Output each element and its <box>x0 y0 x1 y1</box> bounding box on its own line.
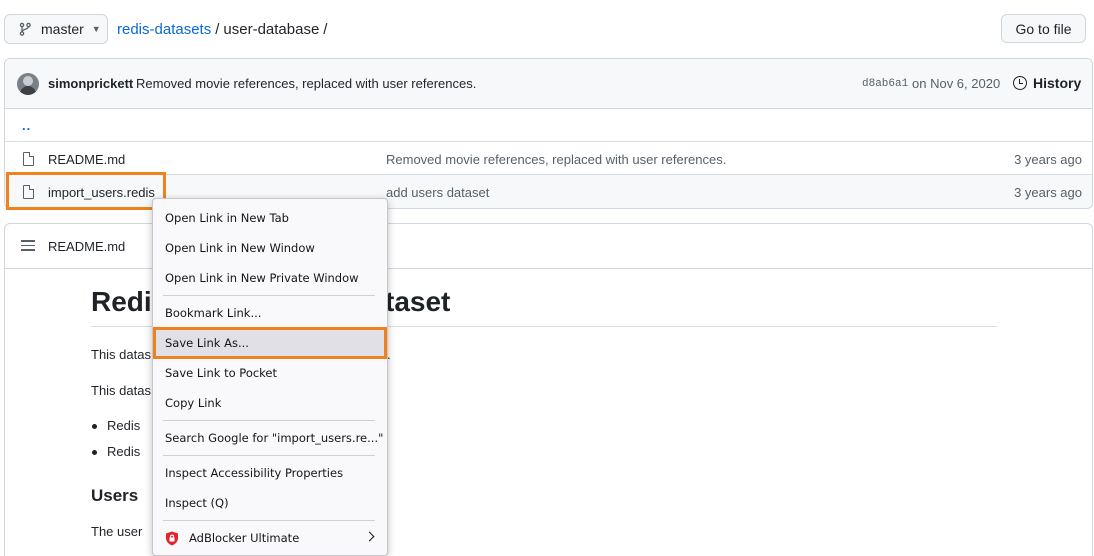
menu-item-label: AdBlocker Ultimate <box>189 531 300 545</box>
menu-item-inspect[interactable]: Inspect (Q) <box>153 489 387 517</box>
file-name-link[interactable]: README.md <box>48 152 125 167</box>
breadcrumb-separator: / <box>215 21 220 38</box>
menu-item-label: Save Link to Pocket <box>165 366 278 380</box>
breadcrumb-repo-link[interactable]: redis-datasets <box>117 21 211 38</box>
branch-selector-button[interactable]: master ▼ <box>4 14 108 44</box>
file-row: README.md Removed movie references, repl… <box>5 142 1092 175</box>
chevron-right-icon <box>364 531 375 542</box>
history-label: History <box>1033 75 1082 91</box>
highlight-outline-file <box>6 172 166 210</box>
menu-item-copy-link[interactable]: Copy Link <box>153 389 387 417</box>
menu-item-search-google[interactable]: Search Google for "import_users.re..." <box>153 424 387 452</box>
menu-separator <box>163 455 375 456</box>
menu-item-inspect-accessibility[interactable]: Inspect Accessibility Properties <box>153 459 387 487</box>
readme-heading-end: taset <box>385 286 451 317</box>
menu-item-open-private-window[interactable]: Open Link in New Private Window <box>153 264 387 292</box>
breadcrumb-separator: / <box>323 21 328 38</box>
commit-message-link[interactable]: Removed movie references, replaced with … <box>136 76 476 91</box>
file-icon <box>23 152 34 166</box>
readme-subheading: Users <box>91 486 139 505</box>
caret-down-icon: ▼ <box>91 24 101 34</box>
file-commit-message-link[interactable]: add users dataset <box>386 185 489 200</box>
clock-icon <box>1013 76 1027 90</box>
latest-commit-bar: simonprickett Removed movie references, … <box>5 59 1092 109</box>
readme-paragraph: This datas <box>91 383 151 398</box>
menu-separator <box>163 520 375 521</box>
commit-date: on Nov 6, 2020 <box>912 76 1001 91</box>
avatar[interactable] <box>17 73 39 95</box>
menu-item-bookmark-link[interactable]: Bookmark Link... <box>153 299 387 327</box>
commit-hash-link[interactable]: d8ab6a1 <box>862 78 908 90</box>
menu-item-label: Copy Link <box>165 396 222 410</box>
git-branch-icon <box>19 22 31 36</box>
breadcrumb-folder: user-database <box>223 21 320 38</box>
list-icon[interactable] <box>21 240 35 252</box>
menu-item-label: Open Link in New Private Window <box>165 271 359 285</box>
list-item: Redis <box>91 444 141 459</box>
branch-label: master <box>41 21 84 37</box>
menu-item-label: Open Link in New Window <box>165 241 315 255</box>
context-menu: Open Link in New Tab Open Link in New Wi… <box>152 198 388 556</box>
menu-item-label: Inspect (Q) <box>165 496 229 510</box>
menu-item-label: Search Google for "import_users.re..." <box>165 431 384 445</box>
go-to-file-button[interactable]: Go to file <box>1001 14 1086 43</box>
file-age: 3 years ago <box>1014 185 1082 200</box>
history-link[interactable]: History <box>1013 75 1081 91</box>
commit-author-link[interactable]: simonprickett <box>48 76 133 91</box>
readme-paragraph: This datas <box>91 347 151 362</box>
menu-item-label: Bookmark Link... <box>165 306 262 320</box>
shield-icon <box>166 531 178 545</box>
menu-item-save-to-pocket[interactable]: Save Link to Pocket <box>153 359 387 387</box>
menu-item-adblocker-ultimate[interactable]: AdBlocker Ultimate <box>153 524 387 552</box>
menu-item-label: Inspect Accessibility Properties <box>165 466 344 480</box>
file-listing: simonprickett Removed movie references, … <box>4 58 1093 209</box>
readme-heading: Redi <box>91 286 152 317</box>
list-item: Redis <box>91 418 141 433</box>
menu-item-label: Open Link in New Tab <box>165 211 289 225</box>
top-bar: master ▼ redis-datasets / user-database … <box>0 0 1094 58</box>
file-commit-message-link[interactable]: Removed movie references, replaced with … <box>386 152 726 167</box>
highlight-outline-menu-item <box>153 327 387 359</box>
menu-item-open-new-tab[interactable]: Open Link in New Tab <box>153 204 387 232</box>
readme-paragraph: The user <box>91 524 143 539</box>
breadcrumb: redis-datasets / user-database / <box>117 21 331 38</box>
menu-separator <box>163 420 375 421</box>
menu-separator <box>163 295 375 296</box>
parent-directory-link[interactable]: .. <box>22 118 31 133</box>
menu-item-open-new-window[interactable]: Open Link in New Window <box>153 234 387 262</box>
readme-title: README.md <box>48 239 126 254</box>
file-age: 3 years ago <box>1014 152 1082 167</box>
parent-directory-row: .. <box>5 109 1092 142</box>
